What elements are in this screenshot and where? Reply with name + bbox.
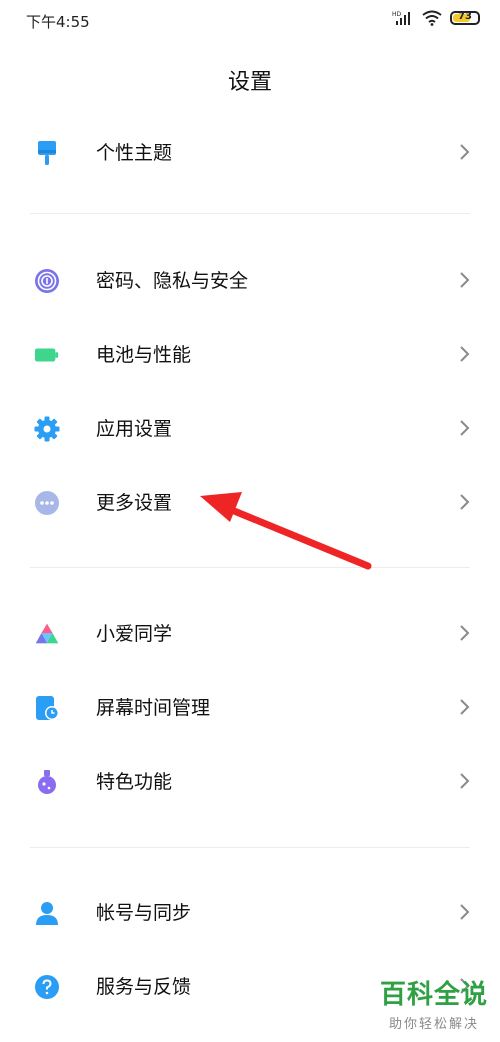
section-divider (30, 847, 470, 848)
battery-level: 73 (458, 11, 472, 22)
status-icons: HD 73 (392, 10, 480, 26)
settings-item-label: 更多设置 (96, 492, 173, 514)
settings-item-battery[interactable]: 电池与性能 (0, 322, 500, 386)
flask-icon (34, 769, 60, 795)
settings-item-label: 应用设置 (96, 418, 173, 440)
gear-icon (34, 416, 60, 442)
paint-brush-icon (34, 140, 60, 166)
watermark: 百科全说 助你轻松解决 (380, 974, 488, 1032)
section-divider (30, 213, 470, 214)
status-bar: 下午4:55 HD 73 (0, 0, 500, 44)
user-icon (34, 900, 60, 926)
chevron-right-icon (460, 773, 470, 789)
page-title: 设置 (227, 70, 272, 95)
fingerprint-icon (34, 268, 60, 294)
chevron-right-icon (460, 346, 470, 362)
settings-item-xiaoai[interactable]: 小爱同学 (0, 601, 500, 665)
settings-item-label: 特色功能 (96, 771, 173, 793)
settings-item-label: 帐号与同步 (96, 902, 192, 924)
svg-text:HD: HD (392, 11, 402, 18)
watermark-subtitle: 助你轻松解决 (388, 1017, 479, 1032)
more-dots-icon (34, 490, 60, 516)
screen-time-icon (34, 695, 60, 721)
wifi-icon (422, 10, 442, 26)
help-icon (34, 974, 60, 1000)
settings-item-security[interactable]: 密码、隐私与安全 (0, 248, 500, 312)
settings-item-label: 密码、隐私与安全 (96, 270, 249, 292)
battery-icon (34, 342, 60, 368)
settings-item-label: 电池与性能 (96, 344, 192, 366)
annotation-arrow (200, 492, 372, 570)
status-time: 下午4:55 (26, 13, 90, 31)
chevron-right-icon (460, 272, 470, 288)
chevron-right-icon (460, 420, 470, 436)
chevron-right-icon (460, 144, 470, 160)
chevron-right-icon (460, 904, 470, 920)
xiaoai-icon (34, 621, 60, 647)
chevron-right-icon (460, 625, 470, 641)
chevron-right-icon (460, 699, 470, 715)
watermark-title: 百科全说 (379, 980, 488, 1010)
settings-item-label: 服务与反馈 (96, 976, 192, 998)
settings-item-apps[interactable]: 应用设置 (0, 396, 500, 460)
settings-item-label: 个性主题 (96, 142, 173, 164)
settings-item-theme[interactable]: 个性主题 (0, 120, 500, 184)
chevron-right-icon (460, 494, 470, 510)
settings-item-account[interactable]: 帐号与同步 (0, 880, 500, 944)
settings-item-label: 小爱同学 (96, 623, 173, 645)
hd-signal-icon: HD (392, 11, 410, 25)
settings-item-screen-time[interactable]: 屏幕时间管理 (0, 675, 500, 739)
settings-item-label: 屏幕时间管理 (96, 697, 211, 719)
battery-icon: 73 (450, 11, 480, 25)
settings-item-features[interactable]: 特色功能 (0, 749, 500, 813)
